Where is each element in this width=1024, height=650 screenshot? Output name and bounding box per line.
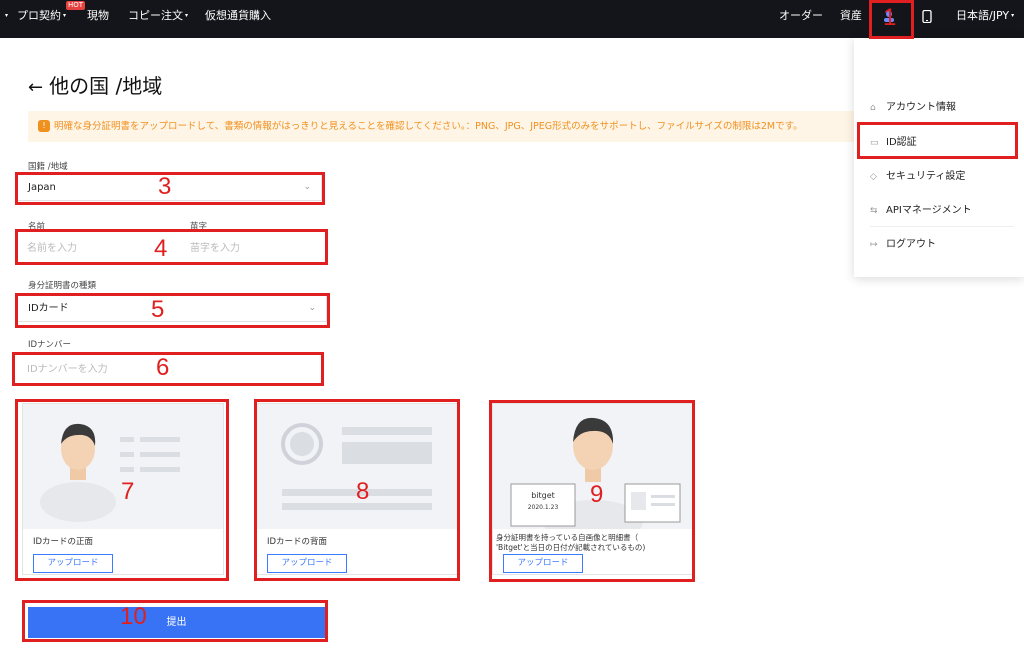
id-front-illustration xyxy=(23,404,223,529)
id-card-icon: ▭ xyxy=(870,138,879,148)
upload-button[interactable]: アップロード xyxy=(33,554,113,573)
page-title: ← 他の国 /地域 xyxy=(28,74,163,98)
upload-button[interactable]: アップロード xyxy=(267,554,347,573)
menu-item-api[interactable]: ⇆ APIマネージメント xyxy=(870,201,972,216)
sign-date-text: 2020.1.23 xyxy=(527,504,559,511)
account-dropdown-menu: ⌂ アカウント情報 ▭ ID認証 ◇ セキュリティ設定 ⇆ APIマネージメント ↦ ログ… xyxy=(854,38,1024,277)
id-number-label: IDナンバー xyxy=(28,340,72,350)
warning-icon: ! xyxy=(38,120,50,132)
nav-buy-crypto[interactable]: 仮想通貨購入 xyxy=(205,0,271,38)
doc-type-select[interactable]: IDカード ⌄ xyxy=(17,295,327,322)
step-number-5: 5 xyxy=(151,296,165,323)
language-selector[interactable]: 日本語/JPY ▾ xyxy=(956,0,1014,38)
menu-divider xyxy=(870,226,1014,227)
nav-copy-trade[interactable]: コピー注文 ▾ xyxy=(128,0,188,38)
step-number-3: 3 xyxy=(158,173,172,200)
step-number-4: 4 xyxy=(154,235,168,262)
top-navigation-bar: ▾ プロ契約 ▾ HOT 現物 コピー注文 ▾ 仮想通貨購入 オーダー 資産 日本語… xyxy=(0,0,1024,38)
chevron-down-icon: ⌄ xyxy=(303,182,311,192)
menu-item-logout[interactable]: ↦ ログアウト xyxy=(870,235,936,250)
shield-icon: ◇ xyxy=(870,172,877,182)
notice-banner: ! 明確な身分証明書をアップロードして、書類の情報がはっきりと見えることを確認し… xyxy=(28,111,868,142)
upload-caption-line2: 'Bitget'と当日の日付が記載されているもの) xyxy=(496,543,646,552)
sign-name-text: bitget xyxy=(531,491,555,500)
menu-caret-icon[interactable]: ▾ xyxy=(5,0,8,38)
chevron-down-icon: ▾ xyxy=(1011,12,1015,19)
nav-futures[interactable]: プロ契約 ▾ xyxy=(17,0,66,38)
account-icon: ⌂ xyxy=(870,103,876,113)
chevron-down-icon: ▾ xyxy=(63,12,67,19)
logout-icon: ↦ xyxy=(870,240,878,250)
first-name-input[interactable]: 名前を入力 xyxy=(17,236,172,263)
submit-button[interactable]: 提出 xyxy=(28,607,325,638)
chevron-down-icon: ⌄ xyxy=(308,303,316,313)
menu-item-id-verification[interactable]: ▭ ID認証 xyxy=(870,133,917,148)
upload-button[interactable]: アップロード xyxy=(503,554,583,573)
nav-assets[interactable]: 資産 xyxy=(840,0,862,38)
step-number-6: 6 xyxy=(156,354,170,381)
last-name-label: 苗字 xyxy=(190,222,208,232)
chevron-down-icon: ▾ xyxy=(185,12,189,19)
step-number-10: 10 xyxy=(120,603,147,630)
menu-item-security[interactable]: ◇ セキュリティ設定 xyxy=(870,167,965,182)
selfie-illustration: bitget 2020.1.23 xyxy=(493,404,693,529)
id-number-input[interactable]: IDナンバーを入力 xyxy=(17,357,322,384)
step-number-9: 9 xyxy=(590,481,604,508)
api-icon: ⇆ xyxy=(870,206,878,216)
step-number-7: 7 xyxy=(121,478,135,505)
hot-badge: HOT xyxy=(66,1,86,10)
upload-caption: IDカードの背面 xyxy=(267,537,328,547)
doc-type-label: 身分証明書の種類 xyxy=(28,281,97,291)
mobile-app-icon[interactable] xyxy=(922,0,932,38)
id-back-illustration xyxy=(257,404,457,529)
nav-orders[interactable]: オーダー xyxy=(779,0,823,38)
step-number-1: 1 xyxy=(883,4,897,31)
first-name-label: 名前 xyxy=(28,222,46,232)
upload-caption: IDカードの正面 xyxy=(33,537,94,547)
menu-item-account-info[interactable]: ⌂ アカウント情報 xyxy=(870,98,956,113)
last-name-input[interactable]: 苗字を入力 xyxy=(180,236,323,263)
step-number-8: 8 xyxy=(356,478,370,505)
nav-spot[interactable]: 現物 xyxy=(87,0,109,38)
country-label: 国籍 /地域 xyxy=(28,162,68,172)
back-arrow-icon[interactable]: ← xyxy=(28,77,43,98)
